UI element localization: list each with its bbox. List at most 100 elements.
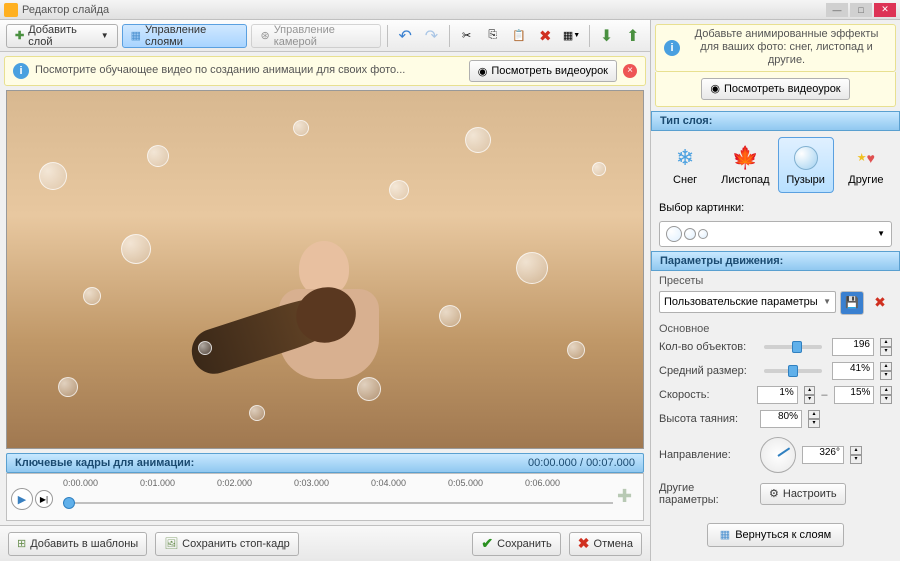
layer-type-other[interactable]: ★♥ Другие (838, 137, 894, 193)
undo-button[interactable]: ↶ (394, 24, 416, 48)
delete-button[interactable]: ✖ (534, 24, 556, 48)
delete-icon: ✖ (874, 294, 886, 311)
step-icon: ▶| (40, 495, 48, 504)
cancel-button[interactable]: ✖ Отмена (569, 532, 642, 556)
leaf-icon: 🍁 (731, 144, 759, 172)
redo-icon: ↷ (425, 26, 438, 46)
timeline-time: 00:00.000 / 00:07.000 (528, 457, 635, 469)
chevron-down-icon: ▼ (101, 31, 109, 40)
camera-icon: ⊛ (260, 29, 269, 42)
manage-layers-button[interactable]: ▦ Управление слоями (122, 24, 248, 48)
main-toolbar: ✚ Добавить слой ▼ ▦ Управление слоями ⊛ … (0, 20, 650, 52)
motion-params-header: Параметры движения: (651, 251, 900, 271)
preset-select[interactable]: Пользовательские параметры (659, 291, 836, 313)
image-icon: 🖼 (164, 537, 178, 550)
timeline-header: Ключевые кадры для анимации: 00:00.000 /… (6, 453, 644, 473)
direction-dial[interactable] (760, 437, 796, 473)
main-group-label: Основное (651, 319, 900, 335)
direction-label: Направление: (659, 449, 754, 461)
play-icon: ◉ (710, 82, 720, 95)
count-slider[interactable] (764, 345, 822, 349)
melt-label: Высота таяния: (659, 413, 754, 425)
play-icon: ◉ (478, 65, 488, 78)
minimize-button[interactable]: — (826, 3, 848, 17)
grid-icon: ▦ (563, 29, 573, 42)
move-up-button[interactable]: ⬆ (622, 24, 644, 48)
grid-button[interactable]: ▦▼ (560, 24, 582, 48)
direction-spinner[interactable]: ▴▾ (850, 446, 862, 464)
maximize-button[interactable]: □ (850, 3, 872, 17)
play-icon: ▶ (18, 493, 26, 506)
watch-tutorial-button[interactable]: ◉ Посмотреть видеоурок (469, 60, 617, 82)
scissors-icon: ✂ (462, 29, 471, 42)
back-to-layers-button[interactable]: ▦ Вернуться к слоям (707, 523, 844, 547)
timeline[interactable]: ▶ ▶| 0:00.000 0:01.000 0:02.000 0:03.000… (6, 473, 644, 521)
add-layer-button[interactable]: ✚ Добавить слой ▼ (6, 24, 118, 48)
close-button[interactable]: ✕ (874, 3, 896, 17)
size-input[interactable]: 41% (832, 362, 874, 380)
hint-bar-right: i Добавьте анимированные эффекты для ваш… (655, 24, 896, 72)
arrow-up-icon: ⬆ (626, 26, 639, 46)
hint-bar-left: i Посмотрите обучающее видео по созданию… (4, 56, 646, 86)
count-input[interactable]: 196 (832, 338, 874, 356)
arrow-down-icon: ⬇ (600, 26, 613, 46)
presets-label: Пресеты (651, 271, 900, 287)
add-to-templates-button[interactable]: ⊞ Добавить в шаблоны (8, 532, 147, 556)
save-button[interactable]: ✔ Сохранить (472, 532, 560, 556)
layer-type-leaves[interactable]: 🍁 Листопад (717, 137, 773, 193)
cut-button[interactable]: ✂ (456, 24, 478, 48)
direction-input[interactable]: 326° (802, 446, 844, 464)
size-spinner[interactable]: ▴▾ (880, 362, 892, 380)
speed-to-spinner[interactable]: ▴▾ (880, 386, 892, 404)
plus-icon: ✚ (15, 29, 24, 42)
timeline-playhead[interactable] (63, 497, 75, 509)
app-icon (4, 3, 18, 17)
save-frame-button[interactable]: 🖼 Сохранить стоп-кадр (155, 532, 299, 556)
melt-spinner[interactable]: ▴▾ (808, 410, 820, 428)
info-icon: i (664, 40, 680, 56)
manage-camera-button[interactable]: ⊛ Управление камерой (251, 24, 381, 48)
speed-from-input[interactable]: 1% (757, 386, 798, 404)
gear-icon: ⚙ (769, 487, 779, 500)
timeline-track[interactable]: 0:00.000 0:01.000 0:02.000 0:03.000 0:04… (63, 478, 613, 516)
speed-to-input[interactable]: 15% (834, 386, 875, 404)
template-icon: ⊞ (17, 537, 26, 550)
layer-type-snow[interactable]: ❄ Снег (657, 137, 713, 193)
speed-from-spinner[interactable]: ▴▾ (804, 386, 816, 404)
delete-preset-button[interactable]: ✖ (868, 291, 892, 315)
snowflake-icon: ❄ (671, 144, 699, 172)
layer-type-bubbles[interactable]: Пузыри (778, 137, 834, 193)
close-hint-button[interactable]: × (623, 64, 637, 78)
melt-input[interactable]: 80% (760, 410, 802, 428)
play-button[interactable]: ▶ (11, 488, 33, 510)
watch-tutorial-button-right[interactable]: ◉ Посмотреть видеоурок (701, 78, 849, 100)
other-params-label: Другие параметры: (659, 482, 754, 506)
copy-icon: ⎘ (488, 29, 497, 42)
layers-icon: ▦ (131, 29, 141, 42)
save-preset-button[interactable]: 💾 (840, 291, 864, 315)
preview-subject (249, 241, 429, 431)
slide-preview[interactable] (6, 90, 644, 449)
floppy-icon: 💾 (845, 296, 859, 309)
speed-label: Скорость: (659, 389, 751, 401)
layer-type-selector: ❄ Снег 🍁 Листопад Пузыри ★♥ Другие (651, 131, 900, 199)
bottom-bar: ⊞ Добавить в шаблоны 🖼 Сохранить стоп-ка… (0, 525, 650, 561)
cancel-icon: ✖ (578, 535, 590, 552)
count-spinner[interactable]: ▴▾ (880, 338, 892, 356)
pick-image-label: Выбор картинки: (659, 202, 744, 214)
size-slider[interactable] (764, 369, 822, 373)
paste-icon: 📋 (512, 29, 526, 42)
image-picker[interactable]: ▼ (659, 221, 892, 247)
bubble-icon (792, 144, 820, 172)
paste-button[interactable]: 📋 (508, 24, 530, 48)
configure-button[interactable]: ⚙ Настроить (760, 483, 846, 505)
move-down-button[interactable]: ⬇ (596, 24, 618, 48)
delete-icon: ✖ (539, 27, 552, 45)
copy-button[interactable]: ⎘ (482, 24, 504, 48)
redo-button[interactable]: ↷ (420, 24, 442, 48)
plus-icon: ✚ (617, 486, 632, 506)
step-button[interactable]: ▶| (35, 490, 53, 508)
properties-panel: i Добавьте анимированные эффекты для ваш… (650, 20, 900, 561)
size-label: Средний размер: (659, 365, 754, 377)
add-keyframe-button[interactable]: ✚ (617, 486, 639, 508)
